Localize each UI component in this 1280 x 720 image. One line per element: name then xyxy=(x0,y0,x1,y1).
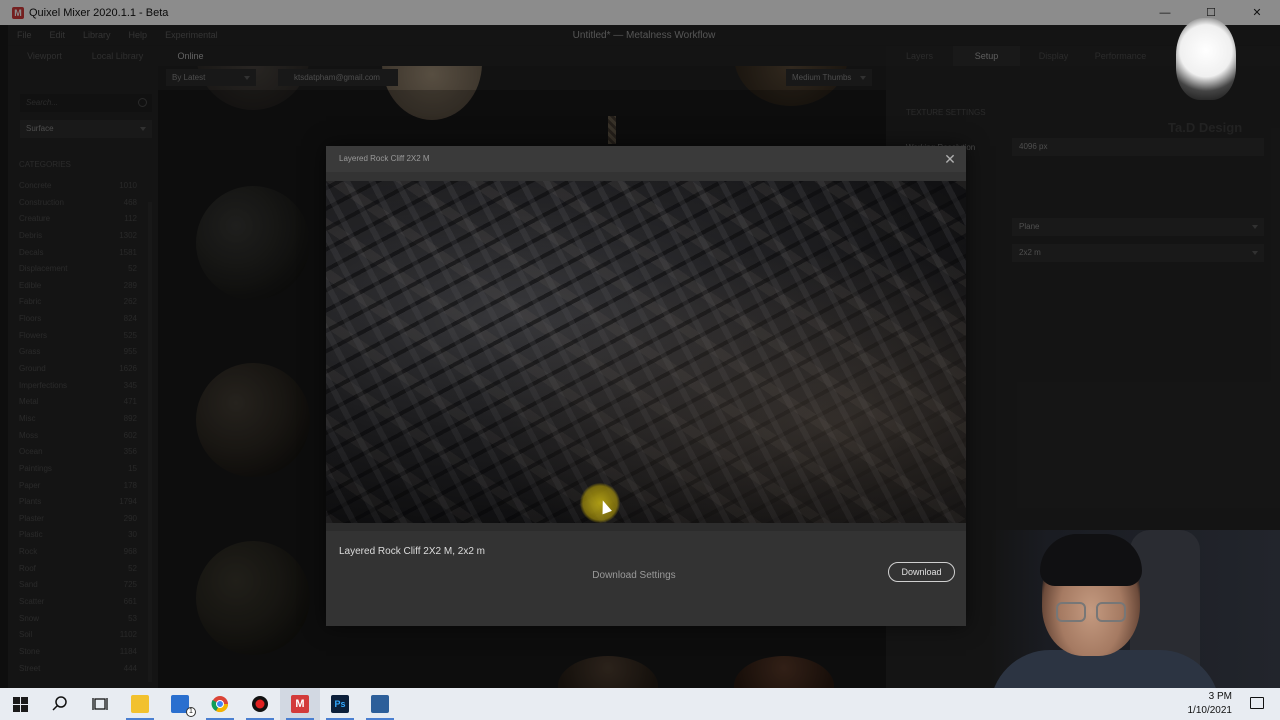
download-settings-link[interactable]: Download Settings xyxy=(326,570,942,581)
taskbar-quixel-mixer[interactable]: M xyxy=(280,688,320,720)
watermark-text: Ta.D Design xyxy=(1168,120,1243,135)
taskbar-file-explorer[interactable] xyxy=(120,688,160,720)
download-button[interactable]: Download xyxy=(888,562,955,582)
mixer-logo-icon: M xyxy=(291,695,309,713)
taskbar-search-button[interactable] xyxy=(40,688,80,720)
start-button[interactable] xyxy=(0,688,40,720)
windows-logo-icon xyxy=(12,696,28,712)
taskbar-chrome[interactable] xyxy=(200,688,240,720)
windows-taskbar: 1 M Ps 3 PM 1/10/2021 xyxy=(0,688,1280,720)
watermark-logo: Ta.D Design xyxy=(1162,18,1262,138)
clock-time: 3 PM xyxy=(1208,691,1232,702)
app-icon xyxy=(371,695,389,713)
asset-preview-dialog: Layered Rock Cliff 2X2 M ✕ Layered Rock … xyxy=(326,146,966,626)
taskbar-photoshop[interactable]: Ps xyxy=(320,688,360,720)
folder-icon xyxy=(131,695,149,713)
task-view-button[interactable] xyxy=(80,688,120,720)
preview-footer-bar xyxy=(326,523,966,531)
dialog-header: Layered Rock Cliff 2X2 M ✕ xyxy=(326,146,966,172)
close-icon[interactable]: ✕ xyxy=(942,151,958,167)
system-clock[interactable]: 3 PM 1/10/2021 xyxy=(1188,690,1233,718)
photoshop-icon: Ps xyxy=(331,695,349,713)
search-icon xyxy=(52,696,67,711)
chrome-icon xyxy=(211,696,229,713)
clock-date: 1/10/2021 xyxy=(1187,705,1233,716)
notification-icon[interactable] xyxy=(1250,697,1264,709)
webcam-chair xyxy=(1130,530,1200,670)
asset-preview-image xyxy=(326,181,966,523)
watermark-portrait-icon xyxy=(1176,18,1236,100)
webcam-glasses-left xyxy=(1056,602,1086,622)
asset-name: Layered Rock Cliff 2X2 M, 2x2 m xyxy=(339,546,485,557)
mail-badge: 1 xyxy=(186,707,196,717)
webcam-overlay xyxy=(990,530,1280,688)
taskbar-mail[interactable]: 1 xyxy=(160,688,200,720)
taskbar-recorder[interactable] xyxy=(240,688,280,720)
record-icon xyxy=(252,696,268,712)
preview-shading xyxy=(326,181,966,523)
dialog-title: Layered Rock Cliff 2X2 M xyxy=(339,154,430,163)
webcam-hair xyxy=(1040,534,1142,586)
webcam-glasses-right xyxy=(1096,602,1126,622)
webcam-body xyxy=(990,650,1220,688)
task-view-icon xyxy=(92,698,108,710)
taskbar-app[interactable] xyxy=(360,688,400,720)
